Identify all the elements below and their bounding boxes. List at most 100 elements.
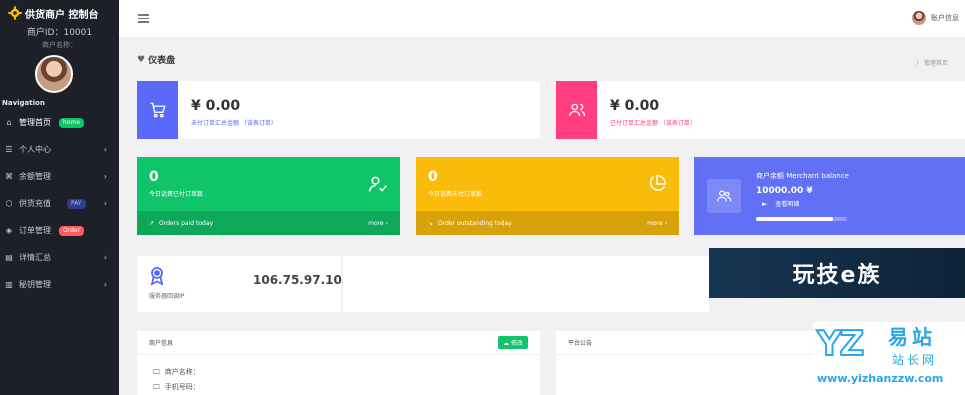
outstanding-today-label: 今日话费未付订单数 — [428, 191, 483, 198]
home-badge: home — [59, 117, 85, 128]
layers-icon: ◈ — [5, 226, 13, 235]
trend-down-icon: ↘ — [428, 219, 434, 227]
outstanding-today-footer-text: Order outstanding today — [438, 219, 512, 227]
paid-today-label: 今日话费已付订单数 — [149, 191, 204, 198]
server-ip-extension — [343, 256, 709, 312]
users-icon-box — [556, 81, 597, 139]
unpaid-amount: ¥ 0.00 — [191, 98, 241, 114]
outstanding-today-footer: ↘ Order outstanding today more › — [416, 211, 679, 235]
outstanding-today-card: 0 今日话费未付订单数 ↘ Order outstanding today mo… — [416, 157, 679, 235]
users-icon-box — [707, 179, 741, 213]
server-ip-value: 106.75.97.105 — [253, 273, 351, 287]
gear-logo-icon — [8, 6, 22, 20]
breadcrumb[interactable]: 〉 管理首页 — [916, 58, 948, 67]
brand[interactable]: 供货商户 控制台 — [8, 5, 98, 21]
chevron-right-icon: › — [103, 172, 107, 181]
cube-icon: ⬡ — [5, 199, 13, 208]
paid-today-footer: ↗ Orders paid today more › — [137, 211, 400, 235]
balance-value: 10000.00 ¥ — [756, 186, 813, 196]
balance-title: 商户余额 Merchant balance — [756, 172, 849, 180]
tools-icon: ⌘ — [5, 172, 13, 181]
merchant-info-header: 商户信息 — [137, 331, 540, 355]
page-title-text: 仪表盘 — [148, 56, 176, 66]
award-icon — [150, 267, 164, 286]
merchant-name: 商户名称： — [42, 41, 77, 49]
avatar[interactable] — [35, 55, 73, 93]
announcement-title: 平台公告 — [568, 340, 593, 347]
outstanding-today-more-link[interactable]: more › — [647, 220, 667, 227]
watermark-yz: YZ — [816, 323, 865, 365]
page-title: ♥ 仪表盘 — [137, 53, 176, 67]
cart-icon-box — [137, 81, 178, 139]
ad-banner[interactable]: 玩技e族 — [709, 248, 965, 298]
sidebar-item-balance[interactable]: ⌘ 余额管理 › — [0, 163, 119, 190]
balance-progress — [756, 217, 847, 221]
cloud-icon: ☁ — [503, 340, 510, 347]
balance-card: 商户余额 Merchant balance 10000.00 ¥ ► 查看明细 — [694, 157, 965, 235]
topbar: 账户信息 — [119, 0, 965, 37]
info-row-label: 商户名称： — [164, 368, 200, 376]
balance-detail-text: 查看明细 — [775, 201, 800, 208]
sidebar-item-label: 余额管理 — [19, 172, 51, 181]
pie-chart-icon — [649, 174, 667, 191]
sidebar-item-summary[interactable]: ▤ 详情汇总 › — [0, 244, 119, 271]
sidebar-item-label: 秘钥管理 — [19, 280, 51, 289]
chevron-right-icon: › — [103, 145, 107, 154]
sidebar: 供货商户 控制台 商户ID：10001 商户名称： Navigation ⌂ 管… — [0, 0, 119, 395]
map-icon: ▥ — [5, 280, 13, 289]
users-icon — [568, 103, 585, 117]
info-row-name: 🖵 商户名称： — [153, 367, 200, 377]
heart-icon: ♥ — [137, 54, 146, 65]
sidebar-item-label: 详情汇总 — [19, 253, 51, 262]
info-row-phone: 🖵 手机号码： — [153, 382, 200, 392]
user-check-icon — [368, 176, 387, 192]
monitor-icon: 🖵 — [153, 367, 160, 376]
cart-icon — [150, 102, 166, 118]
chevron-right-icon: › — [103, 199, 107, 208]
sidebar-item-label: 个人中心 — [19, 145, 51, 154]
server-ip-label: 服务器回调IP — [149, 293, 185, 300]
chevron-right-icon: › — [103, 280, 107, 289]
paid-label: 已付订单汇总金额 （该表订单） — [610, 120, 696, 127]
sidebar-item-keys[interactable]: ▥ 秘钥管理 › — [0, 271, 119, 298]
unpaid-label: 未付订单汇总金额 （该表订单） — [191, 120, 277, 127]
unpaid-card: ¥ 0.00 未付订单汇总金额 （该表订单） — [137, 81, 540, 139]
balance-progress-fill — [756, 217, 834, 221]
server-ip-card: 106.75.97.105 服务器回调IP — [137, 256, 350, 312]
play-icon: ► — [762, 199, 768, 208]
merchant-info-title: 商户信息 — [149, 340, 174, 347]
brand-title: 供货商户 控制台 — [25, 9, 99, 21]
order-badge: Order — [59, 225, 85, 236]
chevron-right-icon: › — [103, 253, 107, 262]
edit-button[interactable]: ☁ 修改 — [498, 336, 528, 349]
nav-heading: Navigation — [2, 99, 45, 107]
sidebar-item-profile[interactable]: ☰ 个人中心 › — [0, 136, 119, 163]
avatar — [912, 11, 926, 25]
document-icon: ▤ — [5, 253, 13, 262]
watermark-cn-top: 易站 — [888, 325, 936, 349]
monitor-icon: 🖵 — [153, 382, 160, 391]
menu-toggle-icon[interactable] — [138, 14, 149, 23]
watermark-url: www.yizhanzzw.com — [817, 372, 944, 385]
watermark-logo: YZ 易站 站长网 www.yizhanzzw.com — [813, 322, 965, 395]
paid-today-card: 0 今日话费已付订单数 ↗ Orders paid today more › — [137, 157, 400, 235]
sidebar-item-orders[interactable]: ◈ 订单管理 Order — [0, 217, 119, 244]
paid-today-more-link[interactable]: more › — [368, 220, 388, 227]
paid-today-footer-text: Orders paid today — [159, 219, 214, 227]
sidebar-item-recharge[interactable]: ⬡ 供货充值 PAY › — [0, 190, 119, 217]
merchant-info-panel: 商户信息 ☁ 修改 🖵 商户名称： 🖵 手机号码： — [137, 331, 540, 395]
sidebar-item-label: 订单管理 — [19, 226, 51, 235]
trend-up-icon: ↗ — [149, 219, 155, 227]
sidebar-item-label: 供货充值 — [19, 199, 51, 208]
sidebar-item-label: 管理首页 — [19, 118, 51, 127]
watermark-cn-bottom: 站长网 — [892, 353, 938, 367]
home-icon: ⌂ — [6, 118, 12, 127]
edit-button-label: 修改 — [510, 340, 523, 347]
info-row-label: 手机号码： — [164, 383, 200, 391]
user-label: 账户信息 — [931, 14, 959, 22]
list-icon: ☰ — [5, 145, 13, 154]
balance-detail-link[interactable]: ► 查看明细 — [762, 199, 800, 209]
sidebar-item-home[interactable]: ⌂ 管理首页 home — [0, 109, 119, 136]
outstanding-today-count: 0 — [428, 169, 438, 185]
user-menu[interactable]: 账户信息 — [912, 11, 959, 25]
